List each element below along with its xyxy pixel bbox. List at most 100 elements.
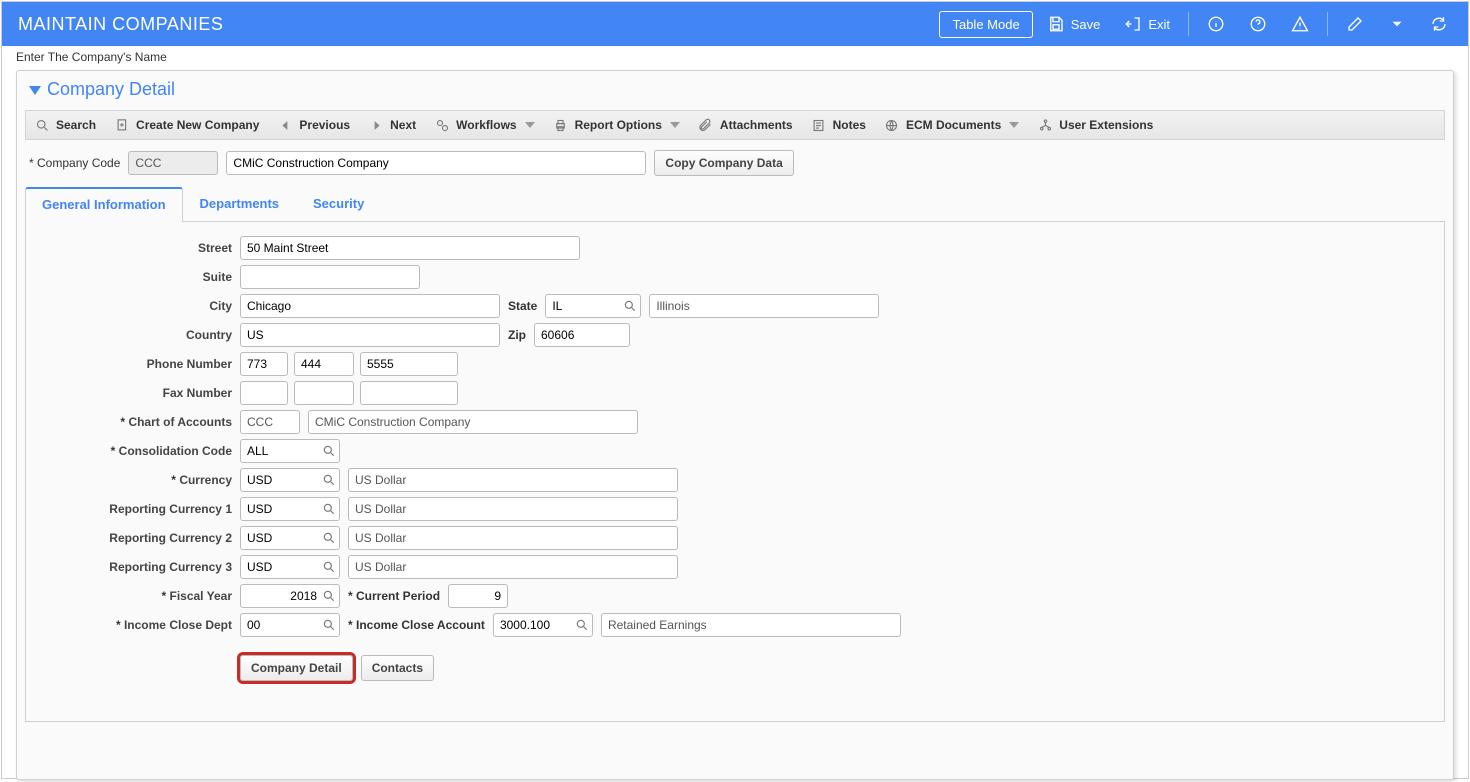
workflows-button[interactable]: Workflows: [434, 117, 534, 133]
notes-label: Notes: [833, 118, 866, 132]
tree-icon: [1037, 117, 1053, 133]
table-mode-button[interactable]: Table Mode: [939, 11, 1032, 38]
next-button[interactable]: Next: [368, 117, 416, 133]
repcur3-lookup[interactable]: [240, 555, 340, 579]
help-button[interactable]: [1239, 9, 1277, 39]
fax-line-input[interactable]: [360, 381, 458, 405]
search-button[interactable]: Search: [34, 117, 96, 133]
company-code-input[interactable]: [128, 151, 218, 175]
ica-lookup[interactable]: [493, 613, 593, 637]
search-icon[interactable]: [322, 473, 336, 487]
attachments-button[interactable]: Attachments: [698, 117, 793, 133]
suite-input[interactable]: [240, 265, 420, 289]
page-title: MAINTAIN COMPANIES: [18, 14, 223, 35]
alert-button[interactable]: [1281, 9, 1319, 39]
company-code-label: Company Code: [29, 156, 120, 170]
company-detail-button[interactable]: Company Detail: [240, 655, 353, 681]
workflows-label: Workflows: [456, 118, 516, 132]
info-button[interactable]: [1197, 9, 1235, 39]
disclosure-icon[interactable]: [29, 86, 41, 95]
company-code-row: Company Code Copy Company Data: [17, 140, 1453, 180]
state-name-display: [649, 294, 879, 318]
street-input[interactable]: [240, 236, 580, 260]
action-buttons: Company Detail Contacts: [240, 655, 1430, 681]
phone-line-input[interactable]: [360, 352, 458, 376]
header-bar: MAINTAIN COMPANIES Table Mode Save Exit: [2, 2, 1468, 46]
ecm-documents-button[interactable]: ECM Documents: [884, 117, 1019, 133]
report-options-button[interactable]: Report Options: [553, 117, 680, 133]
app-window: MAINTAIN COMPANIES Table Mode Save Exit …: [1, 1, 1469, 779]
search-icon[interactable]: [575, 618, 589, 632]
tab-security[interactable]: Security: [296, 187, 381, 222]
repcur2-lookup[interactable]: [240, 526, 340, 550]
company-name-input[interactable]: [226, 151, 646, 175]
notes-button[interactable]: Notes: [811, 117, 866, 133]
alert-icon: [1291, 15, 1309, 33]
period-input[interactable]: [448, 584, 508, 608]
content-panel: Company Detail Search Create New Company…: [16, 70, 1454, 780]
tab-content-general: Street Suite City State Country: [25, 222, 1445, 722]
report-label: Report Options: [575, 118, 662, 132]
copy-company-data-button[interactable]: Copy Company Data: [654, 150, 793, 176]
consol-lookup[interactable]: [240, 439, 340, 463]
create-company-button[interactable]: Create New Company: [114, 117, 259, 133]
chevron-down-icon: [670, 122, 680, 128]
search-icon[interactable]: [322, 618, 336, 632]
tab-departments[interactable]: Departments: [183, 187, 296, 222]
toolbar: Search Create New Company Previous Next …: [25, 110, 1445, 140]
city-input[interactable]: [240, 294, 500, 318]
zip-input[interactable]: [534, 323, 630, 347]
separator: [1188, 12, 1189, 36]
suite-label: Suite: [40, 270, 240, 284]
fax-area-input[interactable]: [240, 381, 288, 405]
phone-label: Phone Number: [40, 357, 240, 371]
street-label: Street: [40, 241, 240, 255]
edit-button[interactable]: [1336, 9, 1374, 39]
chevron-down-icon: [1388, 15, 1406, 33]
info-icon: [1207, 15, 1225, 33]
ica-label: Income Close Account: [348, 618, 485, 632]
row-repcur3: Reporting Currency 3: [40, 555, 1430, 579]
search-icon[interactable]: [623, 299, 637, 313]
chevron-down-icon: [525, 122, 535, 128]
search-icon[interactable]: [322, 589, 336, 603]
exit-label: Exit: [1148, 17, 1170, 32]
row-country: Country Zip: [40, 323, 1430, 347]
fiscal-lookup[interactable]: [240, 584, 340, 608]
exit-button[interactable]: Exit: [1114, 9, 1180, 39]
ica-name-display: [601, 613, 901, 637]
icd-lookup[interactable]: [240, 613, 340, 637]
printer-icon: [553, 117, 569, 133]
next-label: Next: [390, 118, 416, 132]
phone-prefix-input[interactable]: [294, 352, 354, 376]
search-icon[interactable]: [322, 502, 336, 516]
city-label: City: [40, 299, 240, 313]
fax-prefix-input[interactable]: [294, 381, 354, 405]
tab-general-information[interactable]: General Information: [25, 187, 183, 222]
icd-label: Income Close Dept: [40, 618, 240, 632]
panel-title-row: Company Detail: [17, 71, 1453, 104]
previous-label: Previous: [299, 118, 350, 132]
currency-name-display: [348, 468, 678, 492]
plus-doc-icon: [114, 117, 130, 133]
search-icon[interactable]: [322, 560, 336, 574]
search-icon[interactable]: [322, 531, 336, 545]
row-repcur1: Reporting Currency 1: [40, 497, 1430, 521]
state-lookup[interactable]: [545, 294, 641, 318]
phone-area-input[interactable]: [240, 352, 288, 376]
contacts-button[interactable]: Contacts: [361, 655, 434, 681]
currency-lookup[interactable]: [240, 468, 340, 492]
dropdown-button[interactable]: [1378, 9, 1416, 39]
row-phone: Phone Number: [40, 352, 1430, 376]
repcur1-lookup[interactable]: [240, 497, 340, 521]
fax-label: Fax Number: [40, 386, 240, 400]
save-button[interactable]: Save: [1037, 9, 1111, 39]
previous-button[interactable]: Previous: [277, 117, 350, 133]
country-input[interactable]: [240, 323, 500, 347]
search-icon[interactable]: [322, 444, 336, 458]
user-extensions-button[interactable]: User Extensions: [1037, 117, 1153, 133]
period-label: Current Period: [348, 589, 440, 603]
consol-label: Consolidation Code: [40, 444, 240, 458]
exit-icon: [1124, 15, 1142, 33]
refresh-button[interactable]: [1420, 9, 1458, 39]
